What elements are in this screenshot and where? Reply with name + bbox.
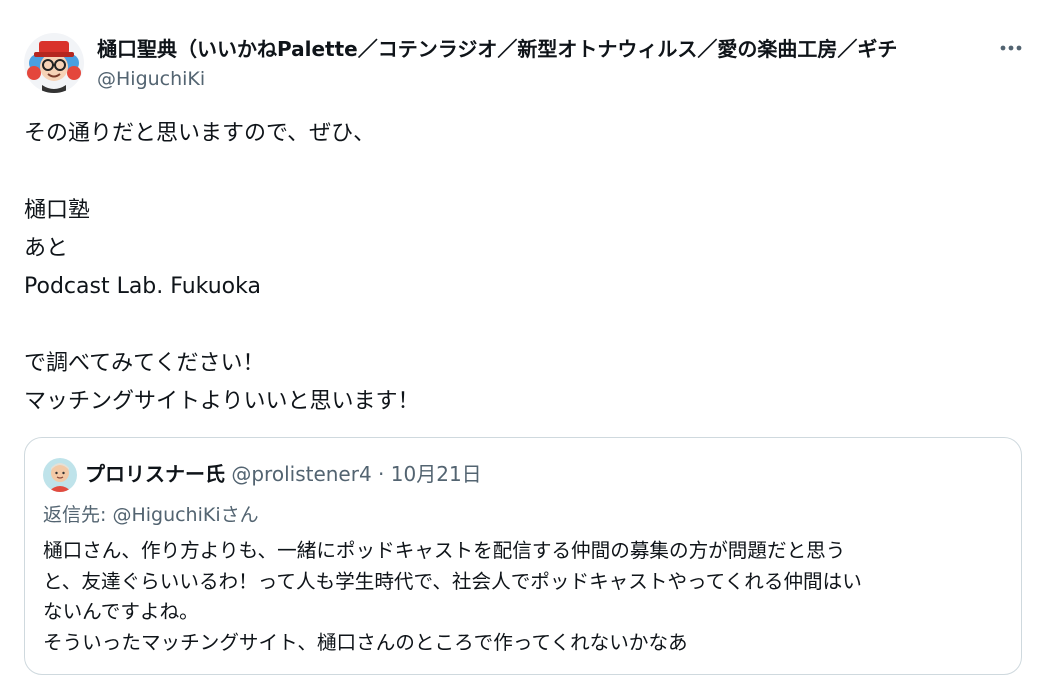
avatar-illustration <box>43 458 77 492</box>
tweet-text: その通りだと思いますので、ぜひ、 樋口塾 あと Podcast Lab. Fuk… <box>24 115 1024 421</box>
ellipsis-icon[interactable] <box>998 36 1024 60</box>
tweet-text-line: マッチングサイトよりいいと思います！ <box>24 389 420 415</box>
tweet-text-line <box>24 153 1024 191</box>
tweet-text-line: あと <box>24 235 69 261</box>
tweet-text-line: で調べてみてください！ <box>24 350 265 376</box>
quoted-tweet-header: プロリスナー氏 @prolistener4 · 10月21日 <box>85 460 482 488</box>
tweet-text-line: 樋口塾 <box>24 197 91 223</box>
tweet-text-line: Podcast Lab. Fukuoka <box>24 274 261 300</box>
avatar-illustration <box>24 33 84 93</box>
tweet-text-line <box>24 306 1024 344</box>
quoted-tweet-text: 樋口さん、作り方よりも、一緒にポッドキャストを配信する仲間の募集の方が問題だと思… <box>43 536 1003 659</box>
meta-separator: · <box>371 462 391 486</box>
quoted-text-line: 樋口さん、作り方よりも、一緒にポッドキャストを配信する仲間の募集の方が問題だと思… <box>43 539 846 562</box>
author-handle[interactable]: @HiguchiKi <box>97 67 205 91</box>
quoted-author-name[interactable]: プロリスナー氏 <box>85 462 225 486</box>
quoted-text-line: そういったマッチングサイト、樋口さんのところで作ってくれないかなあ <box>43 631 688 655</box>
quoted-author-handle[interactable]: @prolistener4 <box>231 462 371 486</box>
quoted-text-line: ないんですよね。 <box>43 600 199 624</box>
quoted-tweet-card[interactable]: プロリスナー氏 @prolistener4 · 10月21日 返信先: @Hig… <box>24 437 1022 675</box>
tweet-text-line: その通りだと思いますので、ぜひ、 <box>24 121 376 146</box>
quoted-author-avatar[interactable] <box>43 458 77 492</box>
quoted-tweet-date[interactable]: 10月21日 <box>391 462 482 486</box>
author-avatar[interactable] <box>24 33 84 93</box>
reply-to-label: 返信先: @HiguchiKiさん <box>43 504 259 526</box>
author-name[interactable]: 樋口聖典（いいかねPalette／コテンラジオ／新型オトナウィルス／愛の楽曲工房… <box>97 36 987 62</box>
quoted-text-line: と、友達ぐらいいるわ！って人も学生時代で、社会人でポッドキャストやってくれる仲間… <box>43 569 862 593</box>
